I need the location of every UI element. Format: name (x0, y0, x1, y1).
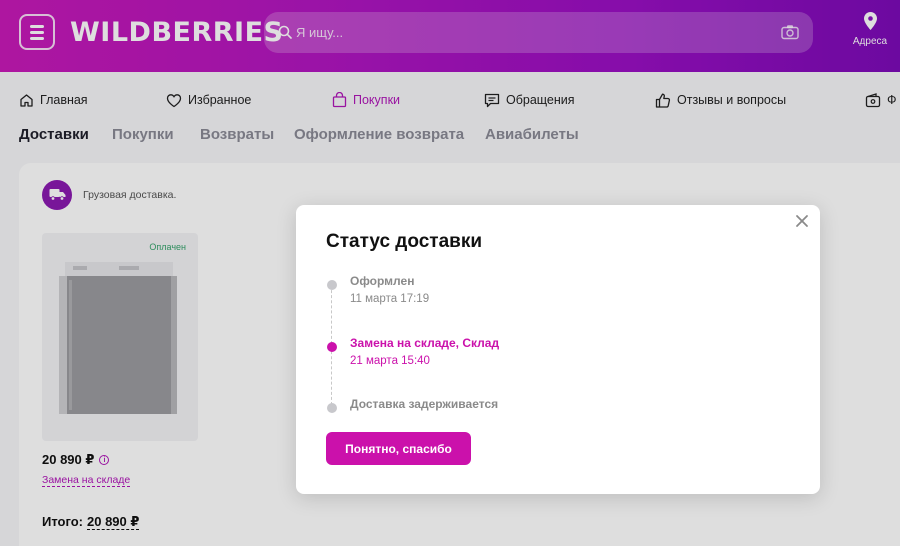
timeline-dot (327, 403, 337, 413)
confirm-button[interactable]: Понятно, спасибо (326, 432, 471, 465)
delivery-status-modal: Статус доставки Оформлен 11 марта 17:19 … (296, 205, 820, 494)
step-date: 11 марта 17:19 (350, 293, 430, 305)
close-icon[interactable] (794, 213, 810, 229)
modal-title: Статус доставки (326, 231, 483, 252)
step-title: Оформлен (350, 274, 415, 288)
timeline-dot (327, 280, 337, 290)
step-title: Доставка задерживается (350, 397, 499, 411)
status-timeline: Оформлен 11 марта 17:19 Замена на складе… (326, 265, 726, 425)
timeline-dot-active (327, 342, 337, 352)
step-title: Замена на складе, Склад (350, 336, 500, 350)
step-date: 21 марта 15:40 (350, 355, 430, 367)
